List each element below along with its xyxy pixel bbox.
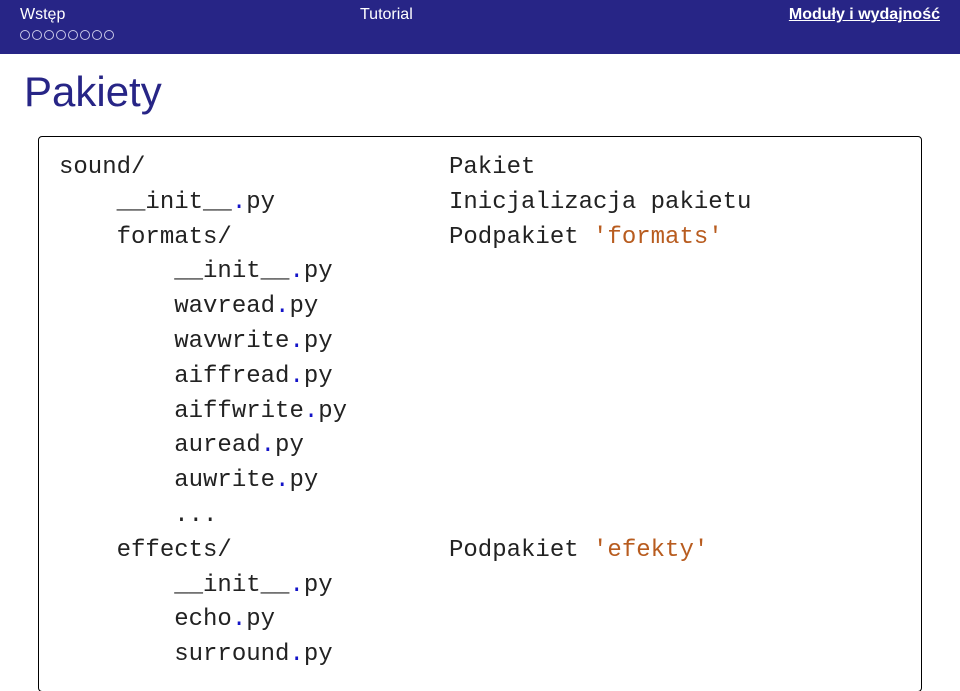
code-comment: Inicjalizacja pakietu: [449, 186, 901, 221]
progress-dot: [44, 30, 54, 40]
nav-section-left[interactable]: Wstęp: [20, 6, 360, 24]
progress-dots: [20, 30, 114, 40]
code-line: ...: [59, 499, 449, 534]
code-line: wavwrite.py: [59, 325, 449, 360]
progress-dot: [68, 30, 78, 40]
code-line: surround.py: [59, 638, 449, 673]
code-line: auread.py: [59, 429, 449, 464]
nav-section-center[interactable]: Tutorial: [360, 6, 413, 24]
nav-section-right[interactable]: Moduły i wydajność: [789, 6, 940, 24]
progress-row: [0, 30, 960, 54]
code-line: __init__.py: [59, 569, 449, 604]
code-line: __init__.py: [59, 186, 449, 221]
code-block: sound/ Pakiet __init__.py Inicjalizacja …: [38, 136, 922, 691]
code-line: auwrite.py: [59, 464, 449, 499]
progress-dot: [104, 30, 114, 40]
code-line: aiffread.py: [59, 360, 449, 395]
progress-dot: [80, 30, 90, 40]
progress-dot: [20, 30, 30, 40]
code-comment: Pakiet: [449, 151, 901, 186]
code-comment: Podpakiet 'efekty': [449, 534, 901, 569]
navbar: Wstęp Tutorial Moduły i wydajność: [0, 0, 960, 30]
code-line: aiffwrite.py: [59, 395, 449, 430]
code-line: sound/: [59, 151, 449, 186]
progress-dot: [32, 30, 42, 40]
code-line: effects/: [59, 534, 449, 569]
code-line: wavread.py: [59, 290, 449, 325]
code-line: __init__.py: [59, 255, 449, 290]
code-line: formats/: [59, 221, 449, 256]
code-line: echo.py: [59, 603, 449, 638]
page-title: Pakiety: [0, 54, 960, 126]
progress-dot: [56, 30, 66, 40]
progress-dot: [92, 30, 102, 40]
code-comment: Podpakiet 'formats': [449, 221, 901, 256]
